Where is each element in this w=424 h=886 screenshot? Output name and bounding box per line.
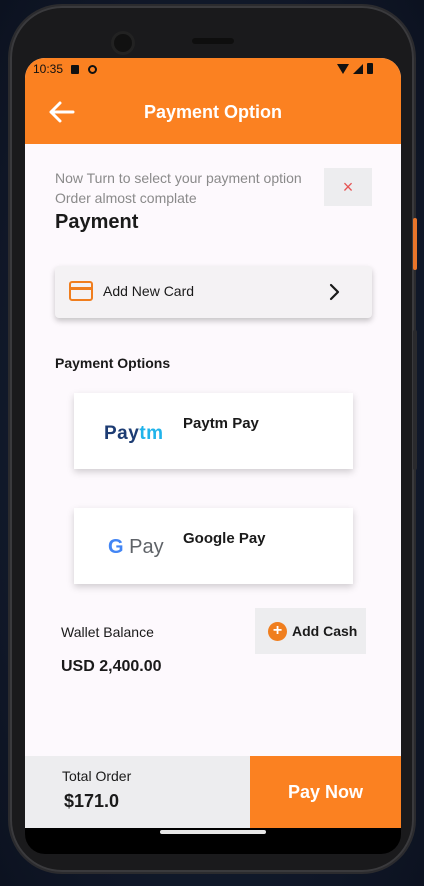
status-bar: 10:35 [25,58,401,80]
app-screen: 10:35 Payment Option Now Turn to select … [25,58,401,828]
signal-icon [353,63,363,74]
close-button[interactable]: × [324,168,372,206]
payment-option-paytm[interactable]: Paytm Paytm Pay [74,393,353,469]
sim-card-icon [71,64,80,74]
close-icon: × [342,176,354,197]
wifi-icon [337,63,349,74]
payment-options-heading: Payment Options [55,355,171,371]
total-order-label: Total Order [62,768,132,784]
page-title: Payment Option [143,102,282,122]
payment-option-google-pay[interactable]: G Pay Google Pay [74,508,353,584]
status-time: 10:35 [33,62,64,76]
total-order-value: $171.0 [64,791,120,811]
paytm-logo: Paytm [104,423,164,444]
plus-circle-icon: + [268,621,287,641]
wallet-balance-label: Wallet Balance [61,624,154,640]
home-indicator[interactable] [160,830,266,834]
payment-heading: Payment [55,211,139,233]
chevron-right-icon [329,283,340,301]
intro-line-2: Order almost complate [55,190,197,206]
app-bar: Payment Option [25,80,401,144]
checkout-bar: Total Order $171.0 Pay Now [25,756,401,828]
earpiece-speaker [192,38,234,44]
add-new-card-label: Add New Card [103,283,195,299]
front-camera [114,34,132,52]
notification-circle-icon [88,64,98,74]
total-order-box: Total Order $171.0 [25,756,250,828]
add-cash-button[interactable]: + Add Cash [255,608,366,654]
power-button [413,218,417,270]
credit-card-icon [69,281,93,301]
pay-now-button[interactable]: Pay Now [250,756,401,828]
payment-option-label: Google Pay [183,530,266,547]
payment-option-label: Paytm Pay [183,415,259,432]
volume-button [413,330,417,470]
google-pay-logo: G Pay [108,536,164,558]
battery-icon [367,63,373,74]
intro-line-1: Now Turn to select your payment option [55,170,302,186]
add-new-card-button[interactable]: Add New Card [55,266,372,318]
wallet-balance-value: USD 2,400.00 [61,658,162,675]
add-cash-label: Add Cash [292,623,358,639]
status-icons [337,63,373,74]
